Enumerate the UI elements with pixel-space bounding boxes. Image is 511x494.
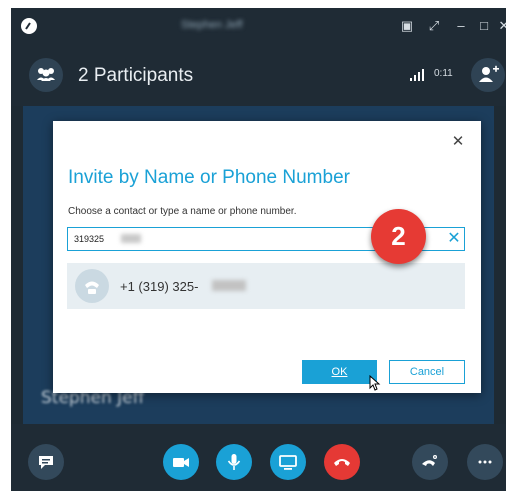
more-options-button[interactable] [467,444,503,480]
hangup-button[interactable] [324,444,360,480]
skype-call-window: Stephen Jeff ▣ ⤢ – □ ✕ 2 Participants 0:… [11,8,506,491]
step-number-badge: 2 [371,209,426,264]
screen-share-button[interactable] [270,444,306,480]
suggestion-number: +1 (319) 325- [120,279,199,294]
dialog-instruction: Choose a contact or type a name or phone… [68,206,297,217]
contact-search-value[interactable]: 319325 [74,234,104,244]
clear-input-icon[interactable]: ✕ [445,230,463,248]
call-toolbar [11,424,506,491]
cancel-button[interactable]: Cancel [389,360,465,384]
call-header: 2 Participants 0:11 [11,44,506,106]
phone-suggestion-item[interactable]: +1 (319) 325- [67,263,465,309]
participants-button[interactable] [29,58,63,92]
mouse-cursor-icon [369,375,381,391]
dialpad-button[interactable] [412,444,448,480]
participants-label[interactable]: 2 Participants [78,65,193,87]
hangup-icon [334,459,350,466]
microphone-button[interactable] [216,444,252,480]
window-title: Stephen Jeff [181,19,243,31]
maximize-icon[interactable]: □ [476,18,492,34]
microphone-icon [227,454,241,470]
minimize-icon[interactable]: – [453,18,469,34]
signal-strength-icon [410,69,424,81]
chat-button[interactable] [28,444,64,480]
screen-share-icon [279,455,297,470]
phone-avatar [75,269,109,303]
dialog-close-icon[interactable]: ✕ [451,134,465,149]
add-participant-button[interactable] [471,58,505,92]
call-timer: 0:11 [434,68,453,79]
redacted-digits [121,234,141,243]
expand-icon[interactable]: ⤢ [426,18,442,34]
title-bar: Stephen Jeff ▣ ⤢ – □ ✕ [11,8,506,44]
video-icon [173,458,189,467]
close-icon[interactable]: ✕ [496,18,506,34]
skype-icon [21,18,37,34]
phone-icon [85,281,99,294]
video-button[interactable] [163,444,199,480]
redacted-digits [212,280,246,291]
participants-icon [37,68,55,81]
chat-icon [39,456,53,469]
add-person-icon [479,65,499,82]
compact-view-icon[interactable]: ▣ [399,18,415,34]
dialpad-icon [422,455,437,466]
ok-button[interactable]: OK [302,360,377,384]
more-icon [478,460,492,464]
dialog-title: Invite by Name or Phone Number [68,167,350,188]
